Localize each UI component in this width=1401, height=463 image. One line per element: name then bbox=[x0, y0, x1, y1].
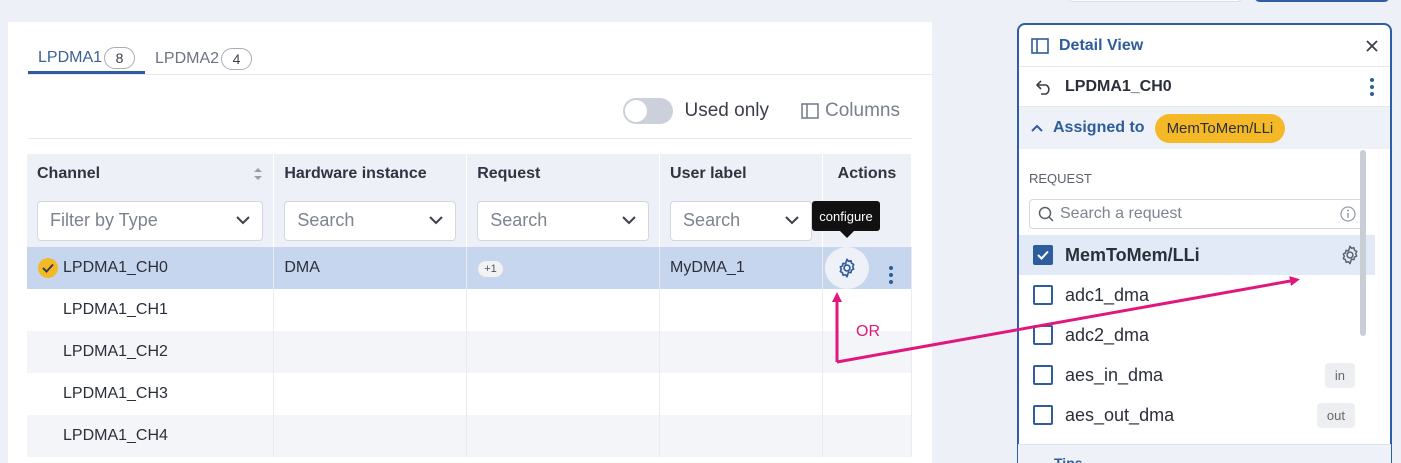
arrow-to-panel-gear bbox=[836, 276, 1300, 364]
annotation-arrows bbox=[832, 276, 1300, 364]
